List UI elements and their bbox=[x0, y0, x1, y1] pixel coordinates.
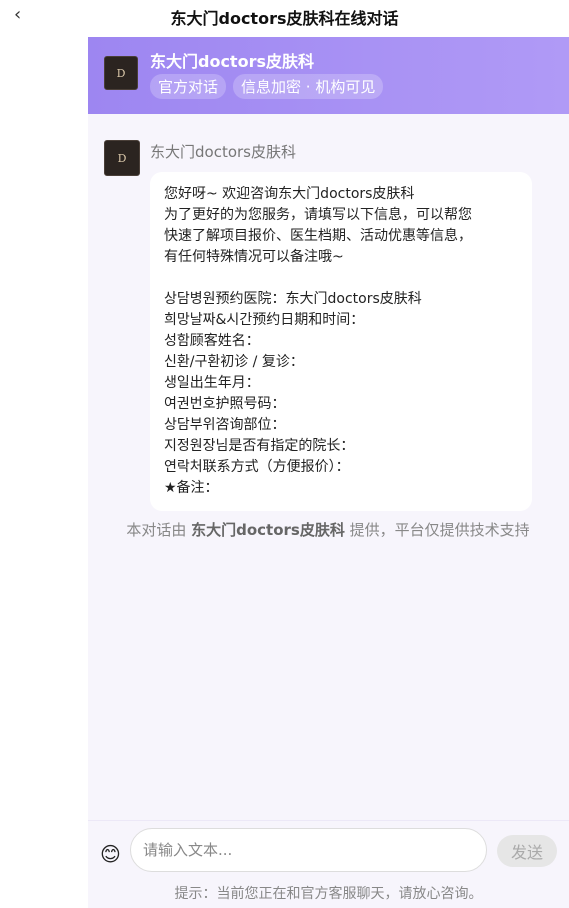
send-button[interactable]: 发送 bbox=[497, 835, 557, 867]
message-input[interactable] bbox=[130, 828, 487, 872]
message-line: 有任何特殊情况可以备注哦~ bbox=[164, 249, 344, 265]
page-title: 东大门doctors皮肤科在线对话 bbox=[170, 9, 399, 28]
chat-panel: D 东大门doctors皮肤科 官方对话 信息加密 · 机构可见 D 东大门do… bbox=[88, 37, 569, 908]
tag-official: 官方对话 bbox=[150, 74, 227, 99]
message-line: 성함顾客姓名： bbox=[164, 333, 260, 349]
message-line: 快速了解项目报价、医生档期、活动优惠等信息， bbox=[164, 228, 472, 244]
avatar: D bbox=[104, 140, 140, 176]
message-line: 您好呀~ 欢迎咨询东大门doctors皮肤科 bbox=[164, 186, 415, 202]
message-line: 희망날짜&시간预约日期和时间： bbox=[164, 312, 365, 328]
message-line: 연락처联系方式（方便报价）： bbox=[164, 459, 350, 475]
message-line: ★备注： bbox=[164, 480, 219, 496]
notice-brand: 东大门doctors皮肤科 bbox=[191, 521, 345, 539]
message-line: 생일出生年月： bbox=[164, 375, 260, 391]
emoji-icon[interactable]: 😊 bbox=[100, 842, 121, 866]
clinic-logo: D bbox=[104, 56, 138, 90]
header-tags: 官方对话 信息加密 · 机构可见 bbox=[150, 74, 384, 99]
top-bar: ‹ 东大门doctors皮肤科在线对话 bbox=[0, 0, 569, 34]
message-line: 지정원장님是否有指定的院长： bbox=[164, 438, 355, 454]
tag-encrypted: 信息加密 · 机构可见 bbox=[233, 74, 384, 99]
message-line: 상담병원预约医院：东大门doctors皮肤科 bbox=[164, 291, 422, 307]
chat-header: D 东大门doctors皮肤科 官方对话 信息加密 · 机构可见 bbox=[88, 37, 569, 114]
message-line: 상담부위咨询部位： bbox=[164, 417, 286, 433]
notice-suffix: 提供，平台仅提供技术支持 bbox=[344, 521, 530, 539]
message-line bbox=[164, 268, 518, 289]
message-line: 为了更好的为您服务，请填写以下信息，可以帮您 bbox=[164, 207, 472, 223]
message-line: 여권번호护照号码： bbox=[164, 396, 286, 412]
input-bar: 😊 发送 提示：当前您正在和官方客服聊天，请放心咨询。 bbox=[88, 820, 569, 908]
message-line: 신환/구환初诊 / 复诊： bbox=[164, 354, 304, 370]
platform-notice: 本对话由 东大门doctors皮肤科 提供，平台仅提供技术支持 bbox=[118, 519, 538, 541]
sender-name: 东大门doctors皮肤科 bbox=[150, 143, 296, 161]
clinic-name: 东大门doctors皮肤科 bbox=[150, 52, 314, 71]
hint-text: 提示：当前您正在和官方客服聊天，请放心咨询。 bbox=[174, 886, 483, 902]
message-bubble: 您好呀~ 欢迎咨询东大门doctors皮肤科 为了更好的为您服务，请填写以下信息… bbox=[150, 172, 532, 511]
notice-prefix: 本对话由 bbox=[126, 521, 192, 539]
